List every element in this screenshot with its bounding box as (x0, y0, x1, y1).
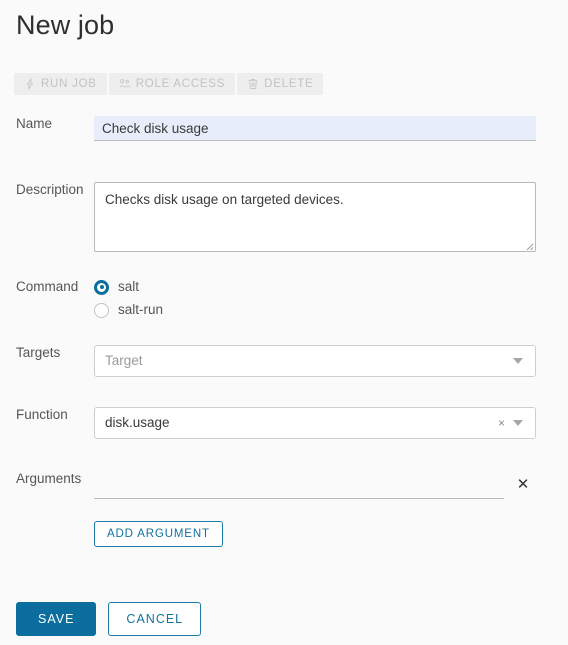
delete-label: DELETE (264, 78, 314, 90)
chevron-down-icon[interactable] (513, 358, 523, 364)
page-title: New job (16, 10, 115, 40)
cancel-button[interactable]: CANCEL (108, 602, 202, 636)
add-argument-button[interactable]: ADD ARGUMENT (94, 521, 223, 547)
command-row: Command salt salt-run (0, 279, 568, 318)
name-control (94, 116, 536, 141)
arguments-row: Arguments ✕ (0, 471, 568, 499)
arguments-control: ✕ (94, 471, 536, 499)
run-job-label: RUN JOB (41, 78, 97, 90)
new-job-page: New job RUN JOB ROLE ACCESS DELETE Name … (0, 0, 568, 645)
description-row: Description Checks disk usage on targete… (0, 182, 568, 252)
arguments-label: Arguments (16, 471, 82, 486)
radio-option-salt-label: salt (118, 279, 140, 294)
function-control: disk.usage × (94, 407, 536, 439)
radio-option-salt[interactable]: salt (94, 279, 536, 295)
form-actions: SAVE CANCEL (16, 602, 202, 636)
run-job-button[interactable]: RUN JOB (14, 73, 107, 95)
role-access-button[interactable]: ROLE ACCESS (108, 73, 236, 95)
targets-control: Target (94, 345, 536, 377)
function-clear-icon[interactable]: × (494, 417, 513, 429)
command-label: Command (16, 279, 79, 294)
function-label: Function (16, 407, 68, 422)
radio-option-salt-run-label: salt-run (118, 302, 164, 317)
action-toolbar: RUN JOB ROLE ACCESS DELETE (14, 73, 324, 95)
targets-row: Targets Target (0, 345, 568, 377)
delete-button[interactable]: DELETE (237, 73, 324, 95)
lightning-icon (24, 78, 36, 90)
save-button[interactable]: SAVE (16, 602, 97, 636)
name-row: Name (0, 116, 568, 141)
targets-placeholder: Target (105, 353, 143, 368)
users-group-icon (119, 78, 131, 90)
trash-icon (247, 78, 259, 90)
radio-selected-icon[interactable] (94, 279, 109, 295)
command-radio-group: salt salt-run (94, 279, 536, 318)
add-argument-control: ADD ARGUMENT (94, 521, 536, 547)
name-label: Name (16, 116, 53, 131)
radio-unselected-icon[interactable] (94, 302, 109, 318)
function-select[interactable]: disk.usage × (94, 407, 536, 439)
command-control: salt salt-run (94, 279, 536, 318)
chevron-down-icon[interactable] (513, 420, 523, 426)
radio-option-salt-run[interactable]: salt-run (94, 302, 536, 318)
description-label: Description (16, 182, 84, 197)
function-row: Function disk.usage × (0, 407, 568, 439)
function-value: disk.usage (105, 415, 170, 430)
role-access-label: ROLE ACCESS (135, 78, 226, 90)
targets-label: Targets (16, 345, 61, 360)
new-job-form: Name Description Checks disk usage on ta… (0, 116, 568, 547)
argument-input[interactable] (94, 472, 504, 499)
description-input[interactable]: Checks disk usage on targeted devices. (94, 182, 536, 252)
name-input[interactable] (94, 116, 536, 141)
description-control: Checks disk usage on targeted devices. (94, 182, 536, 252)
remove-argument-button[interactable]: ✕ (510, 471, 536, 497)
targets-select[interactable]: Target (94, 345, 536, 377)
add-argument-row: ADD ARGUMENT (0, 521, 568, 547)
